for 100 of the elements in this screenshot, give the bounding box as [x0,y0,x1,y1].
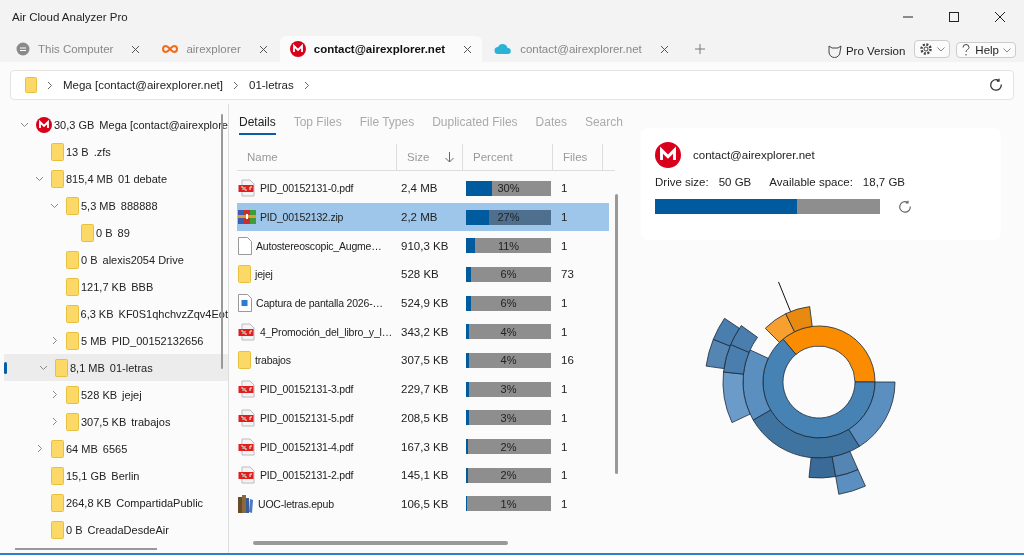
tab[interactable]: contact@airexplorer.net [279,36,483,62]
percent-value: 2% [500,440,517,453]
chevron-down-icon[interactable] [19,120,29,129]
available-space-label: Available space: [769,176,853,188]
percent-value: 6% [500,268,517,281]
view-tab[interactable]: Details [239,115,276,135]
breadcrumb-item[interactable]: 01-letras [249,79,294,91]
file-size: 2,4 MB [401,182,438,195]
settings-icon [919,42,934,56]
table-row[interactable]: trabajos 307,5 KB 4% 16 [237,346,609,375]
item-name: trabajos [131,415,171,428]
scrollbar[interactable] [221,114,223,369]
tree-item[interactable]: 528 KB jejej [0,381,228,408]
tree-item[interactable]: 0 B CreadaDesdeAir [0,516,228,543]
settings-button[interactable] [914,40,951,58]
item-size: 0 B [66,523,83,536]
table-row[interactable]: jejej 528 KB 6% 73 [237,260,609,289]
scrollbar[interactable] [15,548,157,550]
table-row[interactable]: UOC-letras.epub 106,5 KB 1% 1 [237,489,609,519]
item-name: BBB [131,280,154,293]
file-name: trabajos [255,354,291,367]
item-name: 6565 [102,442,128,455]
file-count: 1 [561,182,568,195]
file-count: 1 [561,469,568,482]
chevron-down-icon[interactable] [38,363,48,372]
table-row[interactable]: PID_00152131-5.pdf 208,5 KB 3% 1 [237,403,609,433]
percent-value: 3% [500,411,517,424]
sunburst-segment[interactable] [730,325,758,353]
tree-item[interactable]: 8,1 MB 01-letras [4,354,228,381]
table-row[interactable]: PID_00152132.zip 2,2 MB 27% 1 [237,202,609,232]
item-size: 307,5 KB [81,415,127,428]
folder-icon [81,223,94,242]
folder-icon [51,169,64,188]
table-row[interactable]: PID_00152131-3.pdf 229,7 KB 3% 1 [237,374,609,404]
item-size: 30,3 GB [54,118,95,131]
tree-item[interactable]: 6,3 KB KF0S1qhchvzZqv4Eot [0,300,228,327]
tree-item[interactable]: 0 B 89 [0,219,228,246]
scrollbar[interactable] [615,194,618,474]
close-icon[interactable] [258,44,268,54]
tree-item[interactable]: 0 B alexis2054 Drive [0,246,228,273]
pro-version-button[interactable]: Pro Version [823,44,909,58]
table-row[interactable]: PID_00152131-0.pdf 2,4 MB 30% 1 [237,174,609,203]
sunburst-segment[interactable] [722,371,751,423]
file-name: PID_00152132.zip [260,211,344,224]
window-title: Air Cloud Analyzer Pro [12,11,128,23]
table-row[interactable]: PID_00152131-4.pdf 167,3 KB 2% 1 [237,432,609,461]
sunburst-segment[interactable] [782,325,876,383]
tree-item[interactable]: 815,4 MB 01 debate [0,165,228,192]
tree-item[interactable]: 121,7 KB BBB [0,273,228,300]
drive-icon [16,42,30,56]
mega-icon [655,142,681,168]
add-tab-icon[interactable] [694,44,705,54]
sunburst-segment[interactable] [785,306,813,333]
breadcrumb-item[interactable]: Mega [contact@airexplorer.net] [63,79,223,91]
tree-item[interactable]: 64 MB 6565 [0,435,228,462]
sunburst-segment[interactable] [705,338,731,369]
sunburst-segment[interactable] [752,409,860,459]
tree-item[interactable]: 264,8 KB CompartidaPublic [0,489,228,516]
percent-value: 6% [500,297,517,310]
table-row[interactable]: Captura de pantalla 2026-… 524,9 KB 6% 1 [237,288,609,318]
sunburst-segment[interactable] [764,313,795,343]
file-name: PID_00152131-2.pdf [260,469,354,482]
tree-item[interactable]: 15,1 GB Berlin [0,462,228,489]
table-row[interactable]: 4_Promoción_del_libro_y_l… 343,2 KB 4% 1 [237,317,609,347]
tree-item[interactable]: 13 B .zfs [0,138,228,165]
tree-item[interactable]: 5 MB PID_00152132656 [0,327,228,354]
question-icon [961,44,972,56]
close-icon[interactable] [994,11,1006,23]
refresh-icon[interactable] [989,78,1003,92]
table-row[interactable]: Autostereoscopic_Augme… 910,3 KB 11% 1 [237,231,609,261]
close-icon[interactable] [659,44,669,54]
scrollbar[interactable] [253,541,508,545]
percent-value: 2% [500,469,517,482]
tree-item[interactable]: 5,3 MB 888888 [0,192,228,219]
cloud-icon [494,43,513,55]
item-size: 0 B [81,253,98,266]
help-button[interactable]: Help [956,42,1016,58]
sunburst-segment[interactable] [835,469,866,495]
file-size: 307,5 KB [401,354,449,367]
item-name: 01 debate [118,172,168,185]
close-icon[interactable] [463,44,473,54]
pdf-file-icon [238,380,256,399]
sunburst-segment[interactable] [848,381,896,447]
sunburst-segment[interactable] [712,317,740,347]
chevron-down-icon[interactable] [49,201,59,210]
sunburst-segment[interactable] [762,338,876,439]
chevron-icon [47,80,53,90]
folder-icon [238,351,251,370]
table-row[interactable]: PID_00152131-2.pdf 145,1 KB 2% 1 [237,460,609,490]
tree-item[interactable]: 30,3 GB Mega [contact@airexplore [0,111,228,138]
tree-item[interactable]: 307,5 KB trabajos [0,408,228,435]
sunburst-segment[interactable] [742,349,771,421]
sunburst-segment[interactable] [831,451,859,477]
pdf-file-icon [238,437,256,456]
close-icon[interactable] [131,44,141,54]
refresh-icon[interactable] [898,199,912,214]
file-count: 1 [561,239,568,252]
chevron-down-icon[interactable] [34,174,44,183]
maximize-icon[interactable] [948,11,960,23]
item-name: PID_00152132656 [111,334,204,347]
